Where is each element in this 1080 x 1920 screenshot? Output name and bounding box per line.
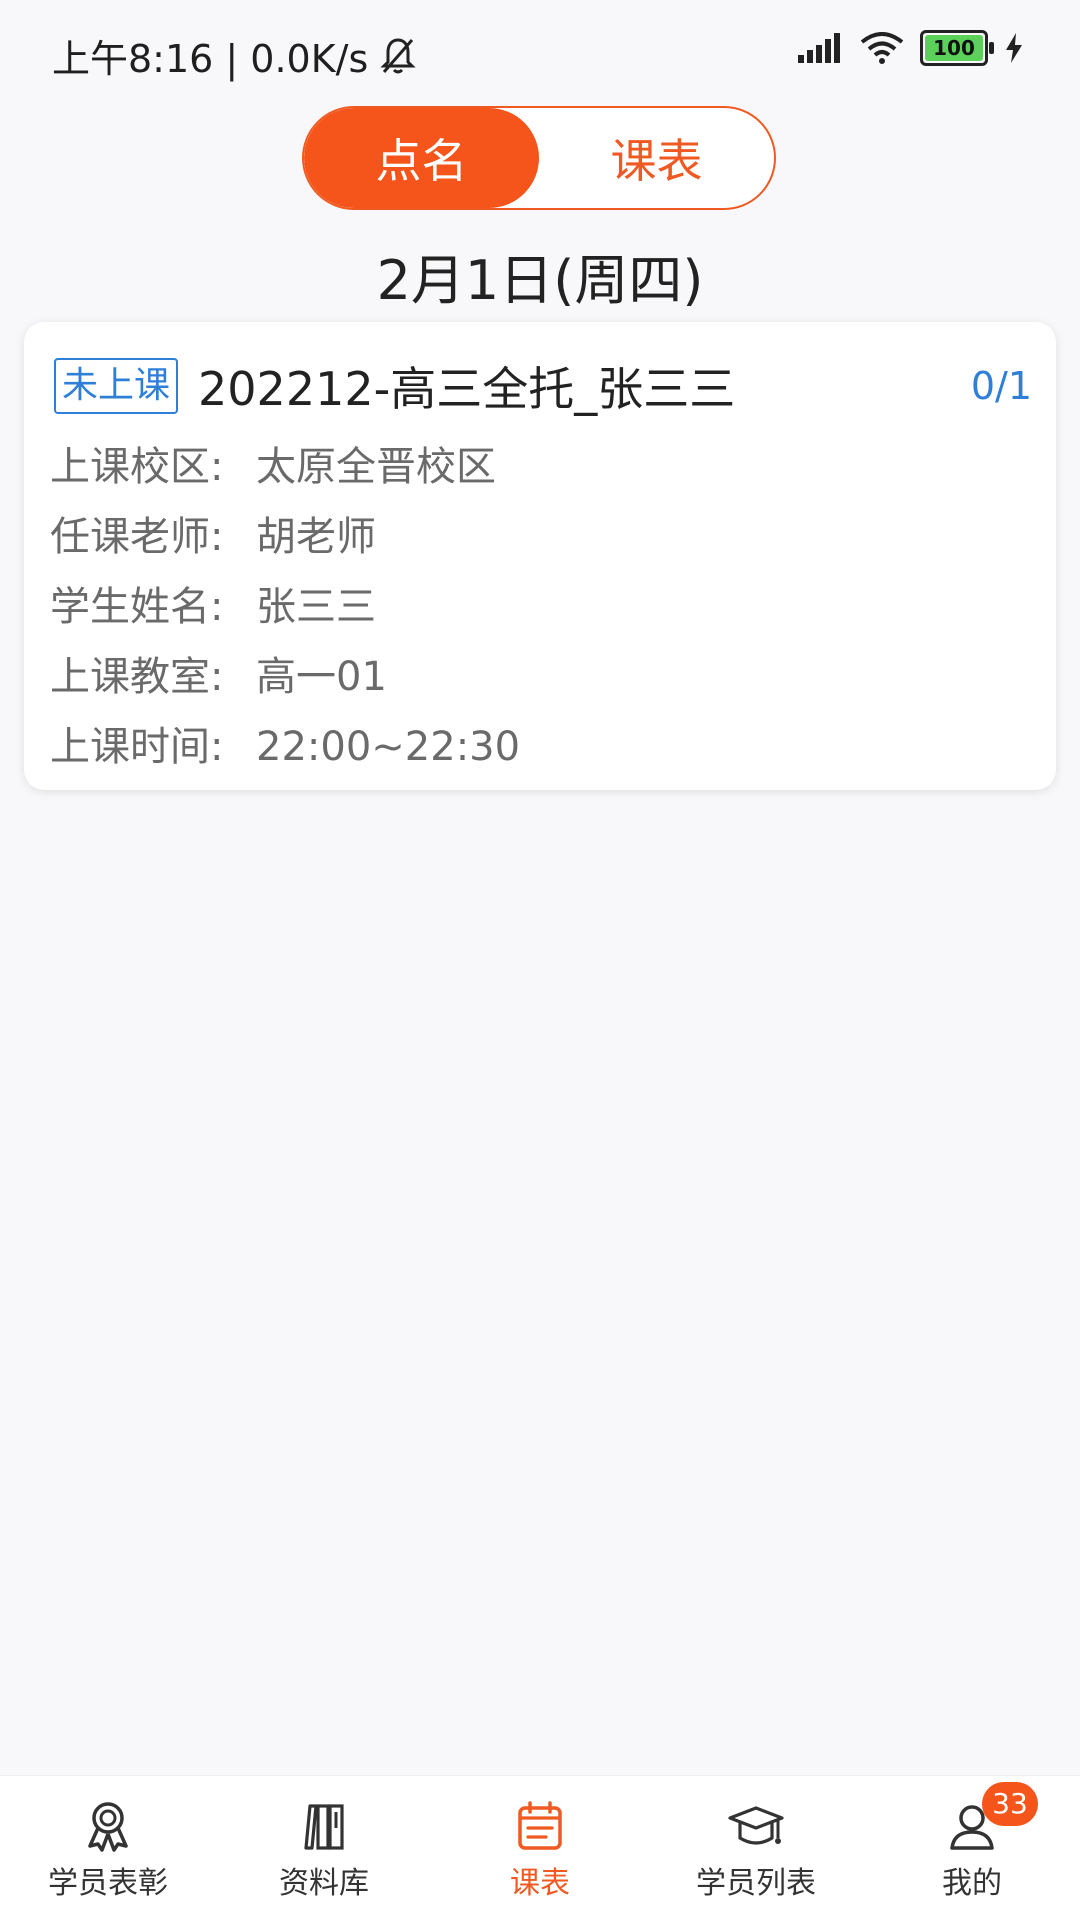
info-label: 学生姓名: [50,584,224,630]
course-title: 202212-高三全托_张三三 [198,362,736,416]
charging-icon [1006,33,1022,63]
library-icon [304,1804,344,1850]
battery-icon: 100 [920,30,994,66]
attendance-count: 0/1 [970,364,1032,408]
info-row-student: 学生姓名: 张三三 [50,572,520,642]
info-value: 22:00~22:30 [256,724,521,770]
course-card[interactable]: 未上课 202212-高三全托_张三三 0/1 上课校区: 太原全晋校区 任课老师… [24,322,1056,790]
wifi-icon [860,32,904,64]
date-title: 2月1日(周四) [376,249,704,312]
status-right: 100 [798,30,1024,66]
schedule-icon [518,1801,562,1850]
nav-label: 学员表彰 [48,1866,168,1901]
card-header: 未上课 202212-高三全托_张三三 0/1 [54,354,1032,418]
nav-item-library[interactable]: 资料库 [216,1776,432,1920]
info-value: 张三三 [256,584,376,630]
nav-item-schedule[interactable]: 课表 [432,1776,648,1920]
award-icon [88,1802,128,1852]
tab-roll-call[interactable]: 点名 [304,108,539,208]
info-row-classroom: 上课教室: 高一01 [50,642,520,712]
status-left: 上午8:16 | 0.0K/s [52,28,416,83]
nav-label: 我的 [942,1866,1002,1901]
battery-level: 100 [933,36,975,60]
graduation-cap-icon [728,1806,784,1845]
nav-label: 课表 [510,1866,570,1901]
info-row-teacher: 任课老师: 胡老师 [50,502,520,572]
info-label: 上课教室: [50,654,224,700]
signal-icon [798,33,840,63]
status-badge: 未上课 [54,358,179,414]
status-time: 上午8:16 | 0.0K/s [52,37,369,81]
info-label: 任课老师: [50,514,224,560]
info-label: 上课时间: [50,724,224,770]
nav-item-me[interactable]: 我的 33 [864,1776,1080,1920]
nav-item-awards[interactable]: 学员表彰 [0,1776,216,1920]
info-value: 太原全晋校区 [256,444,496,490]
notification-badge: 33 [982,1782,1038,1826]
info-row-time: 上课时间: 22:00~22:30 [50,712,520,782]
nav-label: 资料库 [279,1866,369,1901]
nav-item-students[interactable]: 学员列表 [648,1776,864,1920]
course-info: 上课校区: 太原全晋校区 任课老师: 胡老师 学生姓名: 张三三 上课教室: 高一01 … [50,432,520,782]
tab-schedule[interactable]: 课表 [539,108,774,208]
bottom-nav: 学员表彰 资料库 课表 学员列表 我的 33 [0,1775,1080,1920]
info-value: 胡老师 [256,514,376,560]
status-bar: 上午8:16 | 0.0K/s 100 [0,0,1080,104]
info-value: 高一01 [256,654,387,700]
segment-control: 点名 课表 [302,106,776,210]
nav-label: 学员列表 [696,1866,816,1901]
bell-off-icon [380,37,416,73]
info-row-campus: 上课校区: 太原全晋校区 [50,432,520,502]
info-label: 上课校区: [50,444,224,490]
